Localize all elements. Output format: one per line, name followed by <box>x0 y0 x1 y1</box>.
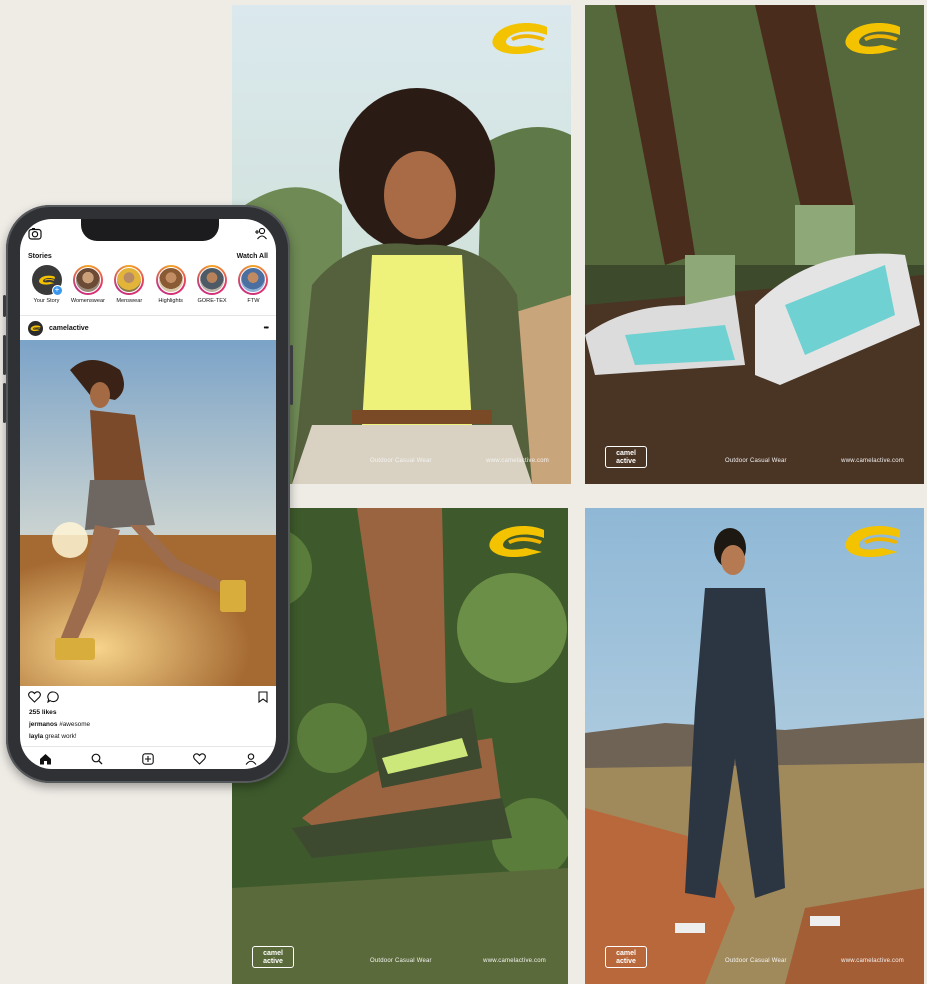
comment-row: jermanos #awesome <box>29 721 91 728</box>
comment-row: layla great work! <box>29 733 77 740</box>
brand-box-logo: camel active <box>252 946 294 968</box>
phone-mockup: Stories Watch All + Your Story Womenswea… <box>3 205 293 783</box>
bottom-nav <box>20 746 276 769</box>
profile-icon[interactable] <box>245 752 257 765</box>
poster-website: www.camelactive.com <box>483 958 546 964</box>
stories-label: Stories <box>28 253 52 260</box>
poster-tagline: Outdoor Casual Wear <box>370 958 432 964</box>
poster-website: www.camelactive.com <box>841 458 904 464</box>
poster-photo <box>585 508 924 984</box>
story-menswear[interactable]: Menswear <box>109 265 150 311</box>
camera-icon[interactable] <box>28 227 42 240</box>
phone-notch <box>81 219 219 241</box>
story-ftw[interactable]: FTW <box>233 265 274 311</box>
poster-website: www.camelactive.com <box>486 458 549 464</box>
poster-tagline: Outdoor Casual Wear <box>370 458 432 464</box>
post-header: camelactive ••• <box>28 319 269 337</box>
poster-jumpsuit: camel active Outdoor Casual Wear www.came… <box>585 508 924 984</box>
add-user-icon[interactable] <box>254 227 268 240</box>
camel-active-logo <box>30 325 41 332</box>
story-highlights[interactable]: Highlights <box>150 265 191 311</box>
stories-row: + Your Story Womenswear Menswear Highlig… <box>26 265 274 311</box>
poster-photo <box>585 5 924 484</box>
avatar[interactable] <box>28 320 43 336</box>
story-your-story[interactable]: + Your Story <box>26 265 67 311</box>
more-options-icon[interactable]: ••• <box>264 325 269 332</box>
brand-box-logo: camel active <box>605 946 647 968</box>
comment-icon[interactable] <box>47 691 60 703</box>
activity-icon[interactable] <box>192 752 206 765</box>
watch-all-link[interactable]: Watch All <box>237 253 268 260</box>
post-account-name[interactable]: camelactive <box>49 325 89 332</box>
poster-tagline: Outdoor Casual Wear <box>725 458 787 464</box>
camel-active-logo <box>842 524 904 562</box>
story-gore-tex[interactable]: GORE-TEX <box>192 265 233 311</box>
poster-sneakers: camel active Outdoor Casual Wear www.came… <box>585 5 924 484</box>
brand-box-logo: camel active <box>605 446 647 468</box>
post-actions <box>28 691 268 705</box>
poster-website: www.camelactive.com <box>841 958 904 964</box>
camel-active-logo <box>489 21 551 59</box>
add-story-icon[interactable]: + <box>51 285 63 296</box>
story-womenswear[interactable]: Womenswear <box>67 265 108 311</box>
add-post-icon[interactable] <box>142 752 154 765</box>
poster-tagline: Outdoor Casual Wear <box>725 958 787 964</box>
home-icon[interactable] <box>39 753 52 765</box>
search-icon[interactable] <box>91 753 103 765</box>
likes-count: 255 likes <box>29 709 57 716</box>
post-image[interactable] <box>20 340 276 686</box>
camel-active-logo <box>486 524 548 562</box>
bookmark-icon[interactable] <box>258 691 268 703</box>
stories-header: Stories Watch All <box>28 253 268 260</box>
instagram-screen: Stories Watch All + Your Story Womenswea… <box>20 219 276 769</box>
heart-icon[interactable] <box>28 691 41 703</box>
camel-active-logo <box>38 275 56 286</box>
camel-active-logo <box>842 21 904 59</box>
